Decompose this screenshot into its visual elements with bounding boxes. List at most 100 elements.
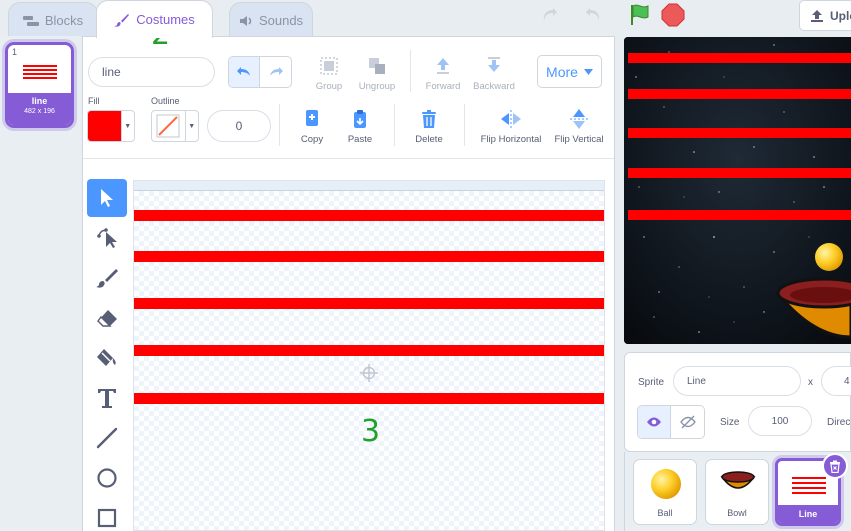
paintbrush-icon (114, 13, 130, 27)
outline-color-picker[interactable]: ▼ (151, 110, 199, 142)
red-line-shape[interactable] (134, 393, 604, 404)
chevron-down-icon: ▼ (120, 111, 134, 141)
stage[interactable] (624, 37, 851, 344)
hide-button[interactable] (671, 406, 704, 438)
group-label: Group (315, 81, 343, 92)
sprite-tile-ball[interactable]: Ball (633, 459, 697, 525)
ball-sprite[interactable] (815, 243, 843, 271)
delete-button[interactable]: Delete (410, 108, 448, 145)
divider (410, 50, 411, 92)
paint-bucket-icon (97, 349, 116, 366)
forward-button[interactable]: Forward (421, 55, 465, 92)
brush-tool[interactable] (87, 259, 127, 297)
fill-swatch (88, 111, 121, 141)
divider (394, 104, 395, 146)
sprite-name-input[interactable] (673, 366, 801, 396)
trash-icon (422, 110, 436, 128)
undo-icon[interactable] (584, 5, 604, 25)
x-position-input[interactable] (821, 366, 851, 396)
ball-thumbnail (651, 469, 681, 499)
forward-icon (437, 58, 449, 74)
text-tool[interactable] (87, 379, 127, 417)
text-icon (98, 389, 116, 408)
show-button[interactable] (638, 406, 672, 438)
flip-horizontal-button[interactable]: Flip Horizontal (477, 108, 545, 145)
red-line-shape[interactable] (134, 345, 604, 356)
tab-costumes[interactable]: Costumes (96, 0, 213, 38)
upload-button[interactable]: Uplo (799, 0, 851, 31)
line-thumbnail (792, 477, 826, 494)
flip-vertical-label: Flip Vertical (554, 134, 604, 145)
eye-slash-icon (679, 415, 696, 429)
outline-swatch (152, 111, 185, 141)
sprite-tile-label: Ball (657, 508, 673, 518)
paste-icon (354, 110, 366, 128)
reshape-tool[interactable] (87, 219, 127, 257)
size-input[interactable] (748, 406, 812, 436)
outline-width-input[interactable] (207, 110, 271, 142)
copy-button[interactable]: Copy (294, 108, 330, 145)
chevron-down-icon: ▼ (184, 111, 198, 141)
flip-vertical-button[interactable]: Flip Vertical (551, 108, 607, 145)
costume-name-input[interactable] (88, 57, 215, 87)
ungroup-icon (369, 58, 385, 74)
costume-name: line (31, 96, 48, 106)
red-line-shape[interactable] (134, 251, 604, 262)
backward-icon (488, 57, 500, 72)
backward-label: Backward (473, 81, 515, 92)
forward-label: Forward (425, 81, 461, 92)
group-button[interactable]: Group (310, 55, 348, 92)
costume-info: line 482 x 196 (8, 93, 71, 125)
flip-vertical-icon (570, 109, 588, 129)
no-color-icon (156, 114, 180, 138)
line-tool[interactable] (87, 419, 127, 457)
redo-icon[interactable] (539, 5, 559, 25)
stage-line (628, 53, 851, 63)
paste-label: Paste (347, 134, 373, 145)
fill-color-picker[interactable]: ▼ (87, 110, 135, 142)
redo-button[interactable] (260, 57, 291, 87)
trash-icon (830, 460, 840, 473)
green-flag-icon[interactable] (628, 3, 652, 27)
more-button[interactable]: More (537, 55, 602, 88)
costume-item-line[interactable]: 1 line 482 x 196 (5, 42, 74, 128)
costume-number: 1 (12, 47, 18, 57)
eraser-tool[interactable] (87, 299, 127, 337)
fill-label: Fill (88, 96, 100, 106)
delete-sprite-button[interactable] (822, 453, 848, 479)
stop-icon[interactable] (661, 3, 685, 27)
costume-size: 482 x 196 (24, 108, 55, 115)
upload-icon (811, 9, 823, 22)
circle-icon (97, 468, 117, 488)
paste-button[interactable]: Paste (342, 108, 378, 145)
sprite-tile-bowl[interactable]: Bowl (705, 459, 769, 525)
red-line-shape[interactable] (134, 210, 604, 221)
circle-tool[interactable] (87, 459, 127, 497)
rectangle-icon (97, 508, 117, 528)
red-line-shape[interactable] (134, 298, 604, 309)
upload-label: Uplo (830, 8, 851, 23)
flip-horizontal-icon (501, 110, 521, 128)
blocks-icon (22, 15, 39, 26)
divider (464, 104, 465, 146)
annotation-3: 3 (361, 414, 381, 449)
arrow-cursor-icon (101, 189, 113, 207)
x-label: x (808, 377, 813, 388)
visibility-toggle (637, 405, 705, 439)
copy-icon (306, 110, 318, 126)
fill-tool[interactable] (87, 339, 127, 377)
brush-icon (96, 269, 118, 288)
flip-horizontal-label: Flip Horizontal (480, 134, 542, 145)
rectangle-tool[interactable] (87, 499, 127, 531)
select-tool[interactable] (87, 179, 127, 217)
undo-button[interactable] (229, 57, 261, 87)
ungroup-button[interactable]: Ungroup (355, 55, 399, 92)
divider (279, 104, 280, 146)
tab-code[interactable]: Blocks (8, 2, 98, 38)
bowl-thumbnail (720, 471, 756, 489)
tab-sounds[interactable]: Sounds (229, 2, 313, 38)
tab-costumes-label: Costumes (136, 12, 195, 27)
reshape-icon (97, 228, 117, 248)
backward-button[interactable]: Backward (470, 55, 518, 92)
paint-canvas[interactable] (133, 180, 605, 531)
